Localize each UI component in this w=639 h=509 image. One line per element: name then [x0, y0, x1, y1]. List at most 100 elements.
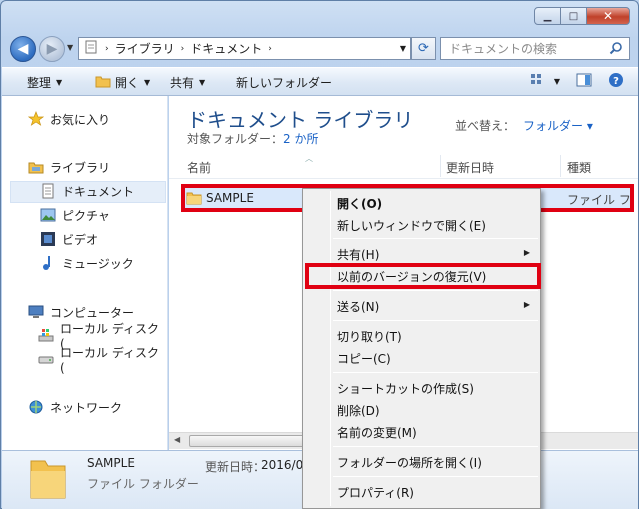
sidebar-item-label: コンピューター [50, 305, 135, 320]
new-folder-label: 新しいフォルダー [236, 76, 333, 90]
sidebar-item-label: ミュージック [62, 256, 134, 271]
arrange-dropdown[interactable]: フォルダー ▾ [523, 119, 593, 133]
view-controls: ▼ ? [530, 72, 624, 91]
sidebar-item-network[interactable]: ネットワーク [28, 397, 122, 417]
close-button[interactable]: ✕ [586, 7, 630, 25]
star-icon [28, 111, 44, 127]
sidebar-item-favorites[interactable]: お気に入り [28, 109, 110, 129]
share-label: 共有 [170, 76, 195, 90]
library-icon [28, 159, 44, 175]
sidebar-item-pictures[interactable]: ピクチャ [40, 205, 110, 225]
sidebar-item-label: お気に入り [50, 112, 111, 127]
includes-link[interactable]: 2 か所 [283, 132, 318, 146]
menu-separator [333, 372, 538, 373]
folder-icon [85, 40, 99, 57]
refresh-button[interactable]: ⟳ [411, 37, 436, 60]
view-options-icon[interactable] [530, 73, 548, 90]
svg-text:?: ? [613, 76, 619, 87]
menu-item-open[interactable]: 開く(O) [337, 195, 382, 212]
drive-icon [38, 351, 54, 367]
menu-separator [333, 290, 538, 291]
refresh-icon: ⟳ [418, 41, 429, 56]
sidebar-item-videos[interactable]: ビデオ [40, 229, 98, 249]
submenu-arrow-icon: ▶ [523, 248, 530, 257]
menu-item-properties[interactable]: プロパティ(R) [337, 484, 414, 501]
share-button[interactable]: 共有 ▼ [170, 74, 205, 91]
sidebar-item-label: ローカル ディスク ( [60, 345, 159, 375]
breadcrumb-separator[interactable]: › [268, 44, 272, 54]
sidebar-item-label: ライブラリ [50, 160, 111, 175]
help-icon[interactable]: ? [608, 72, 624, 91]
column-divider[interactable] [560, 155, 561, 177]
sidebar-item-libraries[interactable]: ライブラリ [28, 157, 110, 177]
menu-item-send-to[interactable]: 送る(N) [337, 298, 379, 315]
details-modified-value: 2016/0 [261, 458, 304, 472]
menu-item-create-shortcut[interactable]: ショートカットの作成(S) [337, 380, 474, 397]
menu-separator [333, 476, 538, 477]
menu-item-delete[interactable]: 削除(D) [337, 402, 380, 419]
column-divider[interactable] [440, 155, 441, 177]
column-header-name[interactable]: 名前 [187, 159, 211, 176]
column-header-modified[interactable]: 更新日時 [446, 159, 494, 176]
arrange-by: 並べ替え： フォルダー ▾ [455, 117, 593, 134]
includes-label: 対象フォルダー： [187, 132, 284, 146]
menu-separator [333, 238, 538, 239]
sidebar-item-label: ビデオ [62, 232, 99, 247]
navigation-pane: お気に入り ライブラリ ドキュメント ピクチャ ビデオ ミュージック コンピュー… [2, 96, 168, 450]
new-folder-button[interactable]: 新しいフォルダー [236, 74, 332, 91]
address-bar[interactable]: › ライブラリ › ドキュメント › ▼ [78, 37, 411, 60]
menu-separator [333, 320, 538, 321]
drive-icon [38, 327, 54, 343]
preview-pane-icon[interactable] [576, 73, 592, 90]
film-icon [40, 231, 56, 247]
sort-ascending-icon: ︿ [305, 154, 313, 163]
open-label: 開く [115, 76, 140, 90]
search-icon[interactable] [609, 41, 623, 58]
address-dropdown-icon[interactable]: ▼ [400, 44, 406, 53]
sidebar-item-music[interactable]: ミュージック [40, 253, 134, 273]
menu-item-cut[interactable]: 切り取り(T) [337, 328, 402, 345]
menu-item-copy[interactable]: コピー(C) [337, 350, 391, 367]
organize-button[interactable]: 整理 ▼ [27, 74, 62, 91]
folder-icon [28, 453, 68, 504]
sidebar-item-local-disk-2[interactable]: ローカル ディスク ( [38, 346, 167, 375]
sidebar-item-documents[interactable]: ドキュメント [40, 181, 134, 201]
open-button[interactable]: 開く ▼ [95, 74, 150, 91]
library-title: ドキュメント ライブラリ [187, 108, 414, 132]
forward-button[interactable]: ▶ [39, 36, 65, 62]
breadcrumb-separator[interactable]: › [181, 44, 185, 54]
breadcrumb-libraries[interactable]: ライブラリ [115, 40, 175, 57]
library-includes: 対象フォルダー：2 か所 [187, 130, 318, 147]
menu-item-open-folder-location[interactable]: フォルダーの場所を開く(I) [337, 454, 482, 471]
menu-item-rename[interactable]: 名前の変更(M) [337, 424, 417, 441]
sidebar-item-local-disk-1[interactable]: ローカル ディスク ( [38, 322, 167, 351]
submenu-arrow-icon: ▶ [523, 300, 530, 309]
minimize-button[interactable]: ▁ [534, 7, 561, 25]
music-note-icon [40, 255, 56, 271]
column-header-type[interactable]: 種類 [567, 159, 591, 176]
maximize-button[interactable]: □ [560, 7, 587, 25]
document-icon [40, 183, 56, 199]
details-kind: ファイル フォルダー [87, 477, 199, 491]
menu-separator [333, 446, 538, 447]
back-button[interactable]: ◀ [10, 36, 36, 62]
computer-icon [28, 304, 44, 320]
recent-pages-dropdown[interactable]: ▼ [67, 43, 73, 52]
menu-item-share[interactable]: 共有(H) [337, 246, 379, 263]
chevron-down-icon: ▼ [199, 78, 206, 87]
search-placeholder: ドキュメントの検索 [449, 42, 558, 56]
open-folder-icon [95, 74, 111, 91]
menu-item-open-new-window[interactable]: 新しいウィンドウで開く(E) [337, 217, 486, 234]
breadcrumb-documents[interactable]: ドキュメント [190, 40, 262, 57]
view-dropdown-icon[interactable]: ▼ [554, 77, 560, 86]
chevron-down-icon: ▼ [56, 78, 63, 87]
breadcrumb-separator[interactable]: › [105, 44, 109, 54]
caption-buttons: ▁ □ ✕ [534, 7, 630, 25]
scroll-left-icon[interactable]: ◀ [174, 435, 180, 444]
details-name: SAMPLE [87, 456, 135, 470]
search-input[interactable]: ドキュメントの検索 [440, 37, 630, 60]
explorer-window: ▁ □ ✕ ◀ ▶ ▼ › ライブラリ › ドキュメント › ▼ ⟳ ドキュメン… [0, 0, 639, 509]
picture-icon [40, 207, 56, 223]
arrange-label: 並べ替え： [455, 119, 516, 133]
network-icon [28, 399, 44, 415]
